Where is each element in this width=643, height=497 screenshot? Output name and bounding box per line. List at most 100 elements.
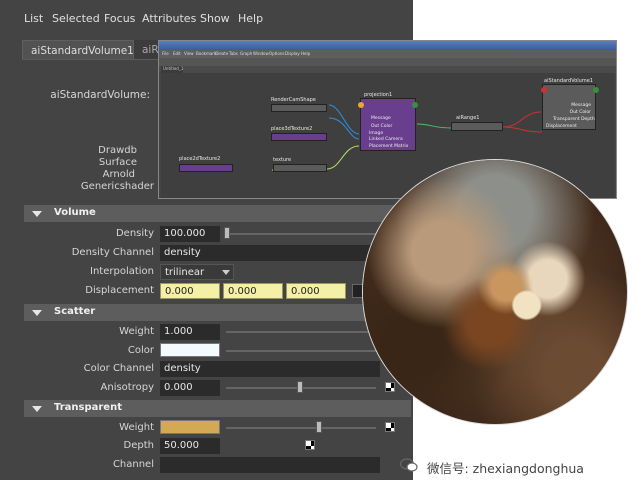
port-transparent-depth: Transparent Depth — [553, 117, 595, 122]
density-slider-thumb[interactable] — [224, 227, 230, 239]
node-aistandardvolume1[interactable]: Message Out Color Transparent Depth Disp… — [542, 84, 596, 130]
node-label-airange1: aiRange1 — [456, 115, 480, 121]
transparent-weight-slider-thumb[interactable] — [316, 421, 322, 433]
node-editor-toolbar — [159, 58, 616, 66]
port-linked-camera: Linked Camera — [369, 137, 403, 142]
surface-label: Surface — [98, 157, 137, 168]
port-placement-matrix: Placement Matrix — [369, 144, 409, 149]
node-editor-menu: File Edit View Bookmarks Create Tabs Gra… — [159, 50, 616, 58]
node-airange1[interactable] — [451, 122, 503, 131]
depth-label: Depth — [123, 440, 154, 451]
ne-menu-graph[interactable]: Graph — [240, 51, 252, 56]
watermark-text: 微信号: zhexiangdonghua — [427, 461, 584, 476]
ne-menu-window[interactable]: Window — [253, 51, 269, 56]
scatter-color-label: Color — [127, 345, 154, 356]
displacement-x-field[interactable]: 0.000 — [160, 283, 220, 299]
scatter-color-swatch[interactable] — [160, 343, 220, 357]
node-editor-titlebar — [159, 41, 616, 50]
channel-field[interactable] — [160, 457, 380, 473]
depth-map-icon[interactable] — [305, 440, 315, 450]
scatter-title: Scatter — [54, 306, 96, 317]
displacement-label: Displacement — [85, 285, 154, 296]
ne-menu-options[interactable]: Options — [269, 51, 284, 56]
port-image: Image — [369, 131, 384, 136]
transparent-weight-label: Weight — [119, 422, 154, 433]
node-texture[interactable] — [273, 164, 327, 172]
color-channel-label: Color Channel — [83, 363, 154, 374]
interpolation-value: trilinear — [165, 267, 205, 278]
arnold-label: Arnold — [102, 169, 135, 180]
transparent-weight-slider[interactable] — [226, 427, 376, 429]
density-field[interactable]: 100.000 — [160, 226, 220, 242]
node-projection1[interactable]: Message Out Color Image Linked Camera Pl… — [360, 98, 416, 151]
menu-focus[interactable]: Focus — [104, 12, 135, 25]
node-label-place3dtexture2: place3dTexture2 — [271, 126, 313, 132]
transparent-color-swatch[interactable] — [160, 420, 220, 434]
displacement-y-field[interactable]: 0.000 — [223, 283, 283, 299]
channel-label: Channel — [112, 459, 154, 470]
scatter-section-header[interactable]: Scatter — [24, 304, 411, 321]
volume-title: Volume — [54, 207, 96, 218]
chevron-down-icon — [222, 270, 230, 275]
wechat-icon — [400, 458, 418, 472]
menu-attributes[interactable]: Attributes — [142, 12, 196, 25]
tab-aistandardvolume1[interactable]: aiStandardVolume1 — [22, 40, 134, 60]
scatter-weight-slider[interactable] — [226, 331, 382, 333]
node-label-rendercamshape: RenderCamShape — [271, 97, 316, 103]
collapse-arrow-icon — [32, 310, 42, 316]
port-message: Message — [571, 103, 591, 108]
anisotropy-slider-thumb[interactable] — [297, 381, 303, 393]
ne-menu-view[interactable]: View — [184, 51, 194, 56]
scatter-weight-field[interactable]: 1.000 — [160, 324, 220, 340]
displacement-z-field[interactable]: 0.000 — [286, 283, 346, 299]
density-label: Density — [115, 228, 154, 239]
port-dot-green[interactable] — [412, 102, 418, 108]
scatter-color-slider[interactable] — [226, 350, 382, 352]
collapse-arrow-icon — [32, 406, 42, 412]
node-label-place2dtexture2: place2dTexture2 — [179, 156, 221, 162]
ne-menu-help[interactable]: Help — [301, 51, 310, 56]
transparent-title: Transparent — [54, 402, 122, 413]
density-channel-label: Density Channel — [71, 247, 154, 258]
depth-field[interactable]: 50.000 — [160, 438, 220, 454]
node-rendercamshape[interactable] — [271, 104, 327, 112]
anisotropy-map-icon[interactable] — [385, 382, 395, 392]
scatter-weight-label: Weight — [119, 326, 154, 337]
node-label-texture: texture — [273, 157, 292, 163]
node-place2dtexture2[interactable] — [179, 164, 233, 172]
transparent-section-header[interactable]: Transparent — [24, 400, 411, 417]
density-slider[interactable] — [226, 233, 382, 235]
ne-menu-file[interactable]: File — [162, 51, 169, 56]
menu-list[interactable]: List — [24, 12, 43, 25]
ne-tab-untitled[interactable]: Untitled_1 — [161, 66, 183, 73]
ne-menu-edit[interactable]: Edit — [173, 51, 181, 56]
collapse-arrow-icon — [32, 211, 42, 217]
port-message: Message — [371, 116, 391, 121]
volume-render-preview — [363, 160, 627, 424]
menu-bar: List Selected Focus Attributes Show Help — [0, 0, 413, 36]
menu-selected[interactable]: Selected — [52, 12, 100, 25]
volume-section-header[interactable]: Volume — [24, 205, 411, 222]
density-channel-field[interactable]: density — [160, 245, 380, 261]
transparent-weight-map-icon[interactable] — [385, 422, 395, 432]
port-displacement: Displacement — [546, 124, 577, 129]
node-type-label: aiStandardVolume: — [50, 89, 150, 101]
menu-show[interactable]: Show — [200, 12, 230, 25]
node-editor-tabbar: Untitled_1 — [159, 66, 616, 73]
color-channel-field[interactable]: density — [160, 361, 380, 377]
ne-menu-display[interactable]: Display — [285, 51, 300, 56]
port-dot-red[interactable] — [541, 87, 547, 93]
interpolation-label: Interpolation — [90, 266, 154, 277]
port-dot-green[interactable] — [593, 87, 599, 93]
interpolation-select[interactable]: trilinear — [160, 264, 234, 280]
ne-menu-create[interactable]: Create — [215, 51, 228, 56]
port-dot-orange[interactable] — [358, 102, 364, 108]
drawdb-label: Drawdb — [98, 145, 137, 156]
node-place3dtexture2[interactable] — [271, 133, 327, 141]
port-out-color: Out Color — [569, 110, 591, 115]
ne-menu-tabs[interactable]: Tabs — [229, 51, 238, 56]
anisotropy-field[interactable]: 0.000 — [160, 380, 220, 396]
menu-help[interactable]: Help — [238, 12, 263, 25]
port-out-color: Out Color — [371, 124, 393, 129]
anisotropy-label: Anisotropy — [100, 382, 154, 393]
